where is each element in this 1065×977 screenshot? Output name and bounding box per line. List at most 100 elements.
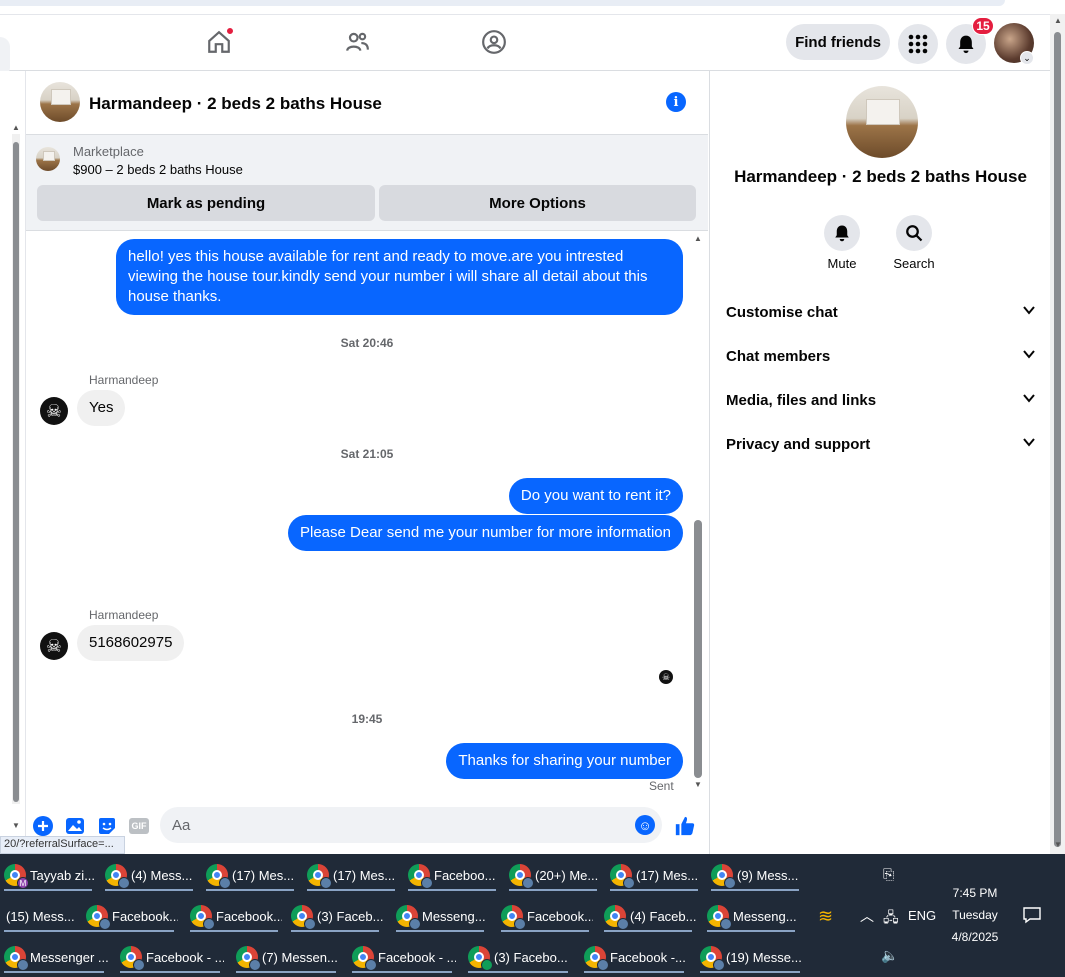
chrome-icon [206, 864, 231, 889]
listing-title[interactable]: $900 – 2 beds 2 baths House [73, 162, 243, 177]
friends-icon[interactable] [340, 25, 374, 59]
message-outgoing[interactable]: Please Dear send me your number for more… [287, 515, 683, 551]
more-options-button[interactable]: More Options [379, 185, 696, 221]
message-incoming[interactable]: 5168602975 [77, 625, 185, 661]
info-icon[interactable]: i [666, 92, 686, 112]
camera-icon[interactable]: ⎘ [883, 866, 894, 883]
gif-icon[interactable]: GIF [127, 815, 151, 837]
taskbar-window[interactable]: (3) Faceb... [287, 898, 383, 934]
taskbar-window[interactable]: Facebook -... [580, 939, 688, 975]
taskbar-window[interactable]: Facebook - ... [348, 939, 456, 975]
weather-icon[interactable]: ≋ [818, 906, 833, 927]
taskbar-window[interactable]: Messeng... [392, 898, 488, 934]
search-button[interactable]: Search [879, 215, 949, 271]
clock-day[interactable]: Tuesday [946, 908, 1004, 922]
menu-grid-icon[interactable] [898, 24, 938, 64]
groups-icon[interactable] [477, 25, 511, 59]
marketplace-banner: Marketplace $900 – 2 beds 2 baths House … [26, 135, 708, 231]
thumbs-up-icon[interactable] [674, 815, 696, 837]
privacy-support-row[interactable]: Privacy and support [726, 422, 1036, 466]
chrome-icon [707, 905, 732, 930]
chat-title[interactable]: Harmandeep · 2 beds 2 baths House [89, 94, 382, 114]
home-icon[interactable] [202, 25, 236, 59]
plus-icon[interactable] [32, 815, 54, 837]
row-label: Chat members [726, 347, 831, 365]
chrome-icon [711, 864, 736, 889]
taskbar-window[interactable]: Facebook... [186, 898, 282, 934]
emoji-icon[interactable]: ☺ [635, 815, 655, 835]
taskbar-window[interactable]: (4) Faceb... [600, 898, 696, 934]
taskbar-window[interactable]: (17) Mes... [303, 857, 399, 893]
message-outgoing[interactable]: Thanks for sharing your number [446, 743, 683, 779]
taskbar-window[interactable]: Messenger ... [0, 939, 108, 975]
message-incoming[interactable]: Yes [77, 390, 126, 426]
mute-button[interactable]: Mute [807, 215, 877, 271]
chat-avatar[interactable] [40, 82, 80, 122]
chrome-icon [610, 864, 635, 889]
chrome-icon [307, 864, 332, 889]
sender-avatar[interactable]: ☠ [40, 397, 68, 425]
browser-top-strip [0, 0, 1065, 14]
photo-icon[interactable] [64, 815, 86, 837]
customise-chat-row[interactable]: Customise chat [726, 290, 1036, 334]
taskbar-window[interactable]: Messeng... [703, 898, 799, 934]
taskbar-window[interactable]: Facebook... [497, 898, 593, 934]
scroll-up-icon[interactable]: ▲ [12, 123, 20, 132]
chevron-down-icon [1022, 347, 1036, 365]
volume-icon[interactable]: 🔈 [881, 947, 898, 964]
media-files-links-row[interactable]: Media, files and links [726, 378, 1036, 422]
chevron-down-icon[interactable]: ⌄ [1020, 51, 1034, 65]
chrome-icon [236, 946, 261, 971]
message-input[interactable] [160, 807, 662, 843]
clock-time[interactable]: 7:45 PM [952, 886, 998, 900]
taskbar-window[interactable]: Facebook... [82, 898, 178, 934]
taskbar-window[interactable]: (9) Mess... [707, 857, 803, 893]
chat-list-collapsed: ▲ ▼ [0, 71, 26, 836]
search-icon [896, 215, 932, 251]
listing-thumbnail[interactable] [36, 147, 60, 171]
marketplace-label: Marketplace [73, 144, 144, 159]
chat-list-scrollbar[interactable] [12, 134, 20, 804]
language-indicator[interactable]: ENG [908, 908, 936, 923]
taskbar-window[interactable]: (17) Mes... [606, 857, 702, 893]
chrome-icon [105, 864, 130, 889]
taskbar-window[interactable]: (17) Mes... [202, 857, 298, 893]
chrome-icon [700, 946, 725, 971]
taskbar-window[interactable]: (20+) Me... [505, 857, 601, 893]
chrome-icon [408, 864, 433, 889]
mark-as-pending-button[interactable]: Mark as pending [37, 185, 375, 221]
timestamp: Sat 21:05 [340, 447, 394, 461]
action-center-icon[interactable] [1022, 906, 1042, 927]
taskbar-window[interactable]: Faceboo... [404, 857, 500, 893]
message-outgoing[interactable]: Do you want to rent it? [508, 478, 683, 514]
taskbar-window[interactable]: Facebook - ... [116, 939, 224, 975]
notification-count-badge: 15 [972, 17, 994, 35]
chat-members-row[interactable]: Chat members [726, 334, 1036, 378]
taskbar-window[interactable]: (7) Messen... [232, 939, 340, 975]
window-scrollbar[interactable]: ▲ ▼ [1050, 14, 1065, 854]
chevron-down-icon [1022, 391, 1036, 409]
sticker-icon[interactable] [96, 815, 118, 837]
taskbar-window[interactable]: (4) Mess... [101, 857, 197, 893]
chat-info-avatar[interactable] [846, 86, 918, 158]
sender-avatar[interactable]: ☠ [40, 632, 68, 660]
taskbar-window[interactable]: (19) Messe... [696, 939, 804, 975]
taskbar-window[interactable]: M Tayyab zi... [0, 857, 96, 893]
clock-date[interactable]: 4/8/2025 [946, 930, 1004, 944]
scroll-down-icon[interactable]: ▼ [12, 821, 20, 830]
chevron-up-icon[interactable]: ︿ [860, 906, 874, 926]
timestamp: Sat 20:46 [340, 336, 394, 350]
chevron-down-icon [1022, 435, 1036, 453]
windows-taskbar: M Tayyab zi... (4) Mess... (17) Mes... (1… [0, 854, 1065, 977]
chat-header: Harmandeep · 2 beds 2 baths House i [26, 71, 708, 135]
find-friends-button[interactable]: Find friends [786, 24, 890, 60]
chrome-icon [584, 946, 609, 971]
chrome-icon [4, 946, 29, 971]
row-label: Privacy and support [726, 435, 871, 453]
chrome-icon [468, 946, 493, 971]
message-scrollbar[interactable]: ▲ ▼ [692, 234, 704, 794]
chrome-icon [86, 905, 111, 930]
taskbar-window[interactable]: (3) Facebo... [464, 939, 572, 975]
network-icon[interactable]: 🖧 [883, 907, 899, 931]
message-outgoing[interactable]: hello! yes this house available for rent… [116, 239, 683, 315]
